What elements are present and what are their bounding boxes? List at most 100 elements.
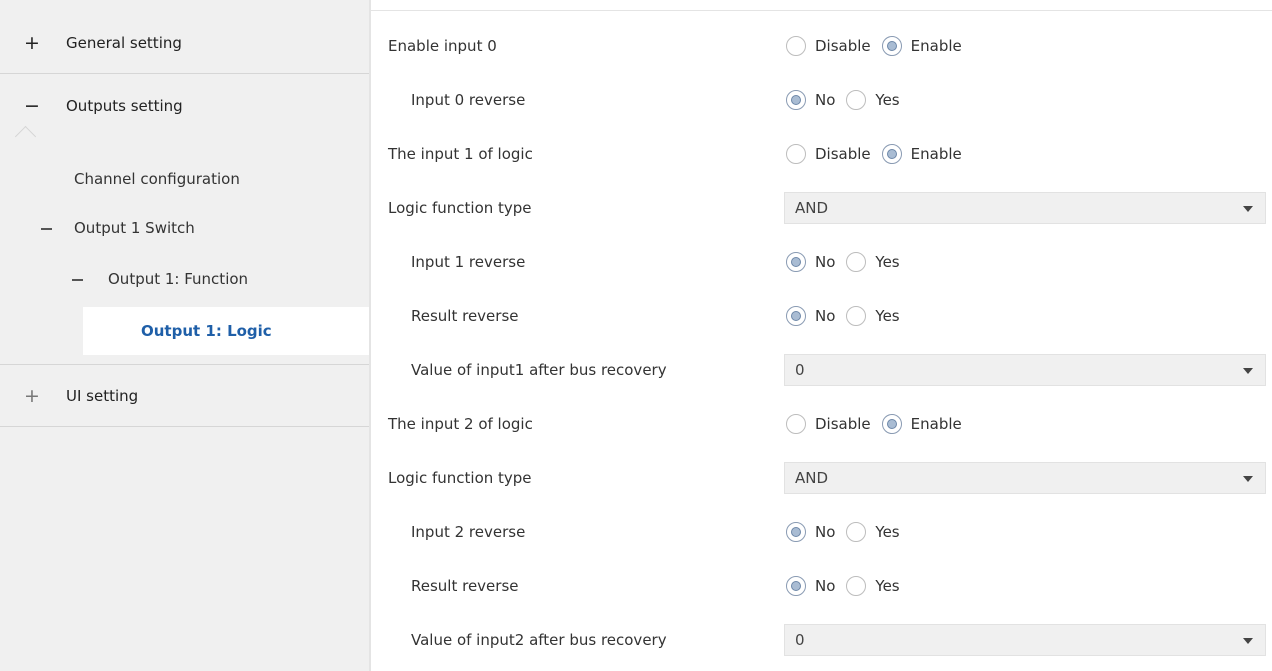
- radio-group: No Yes: [786, 235, 911, 289]
- dropdown-value: 0: [795, 631, 805, 649]
- radio-label: Disable: [815, 37, 871, 55]
- param-label: Logic function type: [388, 199, 532, 217]
- sidebar-item-label: Output 1 Switch: [74, 219, 195, 237]
- param-row: Logic function type AND: [371, 451, 1272, 505]
- radio-option-no[interactable]: No: [786, 306, 835, 326]
- radio-option-enable[interactable]: Enable: [881, 414, 962, 434]
- chevron-down-icon[interactable]: [1243, 206, 1253, 212]
- dropdown-select[interactable]: 0: [784, 624, 1266, 656]
- sidebar-item-label: Channel configuration: [74, 170, 240, 188]
- radio-option-no[interactable]: No: [786, 522, 835, 542]
- radio-circle-icon[interactable]: [881, 144, 902, 164]
- param-label: Result reverse: [411, 577, 519, 595]
- radio-circle-icon[interactable]: [881, 414, 902, 434]
- radio-circle-icon[interactable]: [786, 90, 806, 110]
- radio-option-yes[interactable]: Yes: [846, 252, 900, 272]
- param-label: Logic function type: [388, 469, 532, 487]
- param-row: Input 1 reverse No Yes: [371, 235, 1272, 289]
- sidebar-item-general-setting[interactable]: + General setting: [0, 12, 369, 74]
- radio-label: No: [815, 253, 836, 271]
- chevron-down-icon[interactable]: [1243, 638, 1253, 644]
- radio-group: No Yes: [786, 505, 911, 559]
- sidebar-item-channel-configuration[interactable]: Channel configuration: [74, 170, 240, 188]
- radio-group: No Yes: [786, 73, 911, 127]
- radio-label: Enable: [910, 415, 962, 433]
- param-label: The input 2 of logic: [388, 415, 533, 433]
- radio-option-disable[interactable]: Disable: [786, 414, 871, 434]
- param-row: Result reverse No Yes: [371, 559, 1272, 613]
- param-row: Value of input2 after bus recovery 0: [371, 613, 1272, 667]
- radio-circle-icon[interactable]: [786, 144, 806, 164]
- radio-option-enable[interactable]: Enable: [881, 144, 962, 164]
- radio-option-yes[interactable]: Yes: [846, 522, 900, 542]
- radio-circle-icon[interactable]: [786, 252, 806, 272]
- sidebar-item-label-selected[interactable]: Output 1: Logic: [141, 322, 272, 340]
- radio-circle-icon[interactable]: [846, 252, 867, 272]
- sidebar-item-label: UI setting: [66, 387, 139, 405]
- dropdown-value: 0: [795, 361, 805, 379]
- radio-option-enable[interactable]: Enable: [881, 36, 962, 56]
- param-label: Input 0 reverse: [411, 91, 526, 109]
- radio-label: Enable: [910, 145, 962, 163]
- sidebar-item-ui-setting[interactable]: + UI setting: [0, 365, 369, 427]
- chevron-down-icon[interactable]: [1243, 368, 1253, 374]
- radio-option-yes[interactable]: Yes: [846, 306, 900, 326]
- collapse-minus-icon[interactable]: [72, 278, 83, 281]
- sidebar-item-output1-function[interactable]: Output 1: Function: [72, 270, 248, 288]
- radio-label: No: [815, 577, 836, 595]
- radio-label: No: [815, 91, 836, 109]
- radio-circle-icon[interactable]: [846, 576, 867, 596]
- radio-circle-icon[interactable]: [846, 306, 867, 326]
- param-row: Input 0 reverse No Yes: [371, 73, 1272, 127]
- radio-option-disable[interactable]: Disable: [786, 36, 871, 56]
- sidebar-item-outputs-setting[interactable]: − Outputs setting: [0, 75, 369, 137]
- radio-label: Yes: [875, 253, 900, 271]
- param-row: Logic function type AND: [371, 181, 1272, 235]
- sidebar-item-label: Output 1: Function: [108, 270, 249, 288]
- radio-group: Disable Enable: [786, 397, 973, 451]
- param-row: The input 2 of logic Disable Enable: [371, 397, 1272, 451]
- sidebar-tree: + General setting − Outputs setting Chan…: [0, 0, 369, 671]
- radio-circle-icon[interactable]: [881, 36, 902, 56]
- radio-label: No: [815, 523, 836, 541]
- param-label: Result reverse: [411, 307, 519, 325]
- param-row: The input 1 of logic Disable Enable: [371, 127, 1272, 181]
- radio-circle-icon[interactable]: [846, 522, 867, 542]
- radio-group: No Yes: [786, 559, 911, 613]
- radio-option-no[interactable]: No: [786, 252, 835, 272]
- expand-plus-icon[interactable]: +: [24, 12, 40, 74]
- radio-label: Disable: [815, 145, 871, 163]
- sidebar-item-output1-switch[interactable]: Output 1 Switch: [41, 219, 195, 237]
- radio-circle-icon[interactable]: [786, 36, 806, 56]
- chevron-down-icon[interactable]: [1243, 476, 1253, 482]
- radio-label: Yes: [875, 523, 900, 541]
- radio-circle-icon[interactable]: [846, 90, 867, 110]
- radio-option-yes[interactable]: Yes: [846, 576, 900, 596]
- radio-label: Enable: [910, 37, 962, 55]
- radio-circle-icon[interactable]: [786, 306, 806, 326]
- dropdown-select[interactable]: AND: [784, 192, 1266, 224]
- param-label: Input 2 reverse: [411, 523, 526, 541]
- radio-label: No: [815, 307, 836, 325]
- collapse-minus-icon[interactable]: [41, 227, 52, 230]
- radio-circle-icon[interactable]: [786, 522, 806, 542]
- param-label: Input 1 reverse: [411, 253, 526, 271]
- expand-plus-icon[interactable]: +: [24, 365, 40, 427]
- radio-option-no[interactable]: No: [786, 576, 835, 596]
- radio-option-yes[interactable]: Yes: [846, 90, 900, 110]
- dropdown-select[interactable]: AND: [784, 462, 1266, 494]
- radio-label: Yes: [875, 307, 900, 325]
- param-row: Result reverse No Yes: [371, 289, 1272, 343]
- radio-label: Disable: [815, 415, 871, 433]
- radio-option-no[interactable]: No: [786, 90, 835, 110]
- sidebar-item-label: Outputs setting: [66, 97, 183, 115]
- param-label: Enable input 0: [388, 37, 497, 55]
- radio-circle-icon[interactable]: [786, 576, 806, 596]
- radio-group: No Yes: [786, 289, 911, 343]
- param-label: Value of input2 after bus recovery: [411, 631, 667, 649]
- radio-option-disable[interactable]: Disable: [786, 144, 871, 164]
- radio-circle-icon[interactable]: [786, 414, 806, 434]
- dropdown-select[interactable]: 0: [784, 354, 1266, 386]
- radio-group: Disable Enable: [786, 19, 973, 73]
- panel-top-divider: [371, 10, 1272, 11]
